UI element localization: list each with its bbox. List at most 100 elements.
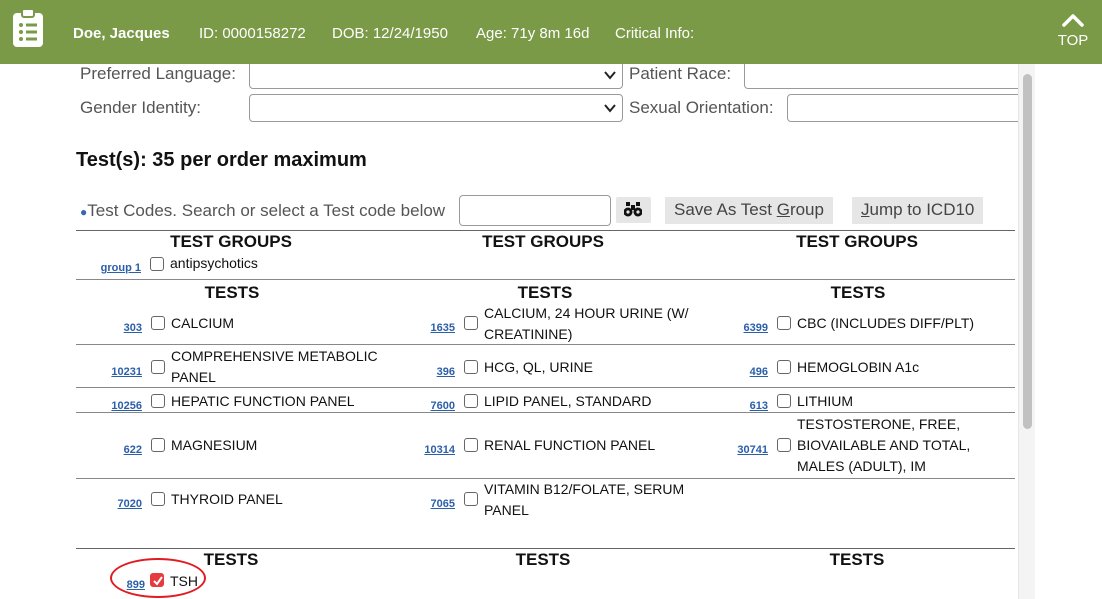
test-name: VITAMIN B12/FOLATE, SERUM (484, 481, 685, 497)
patient-id: ID: 0000158272 (199, 25, 306, 42)
save-group-text-b: roup (789, 200, 824, 219)
test-name: MAGNESIUM (171, 437, 258, 453)
save-as-test-group-button[interactable]: Save As Test Group (665, 197, 833, 224)
test-name-line2: PANEL (484, 502, 529, 518)
test-code-link[interactable]: 7600 (411, 400, 455, 412)
save-group-text-a: Save As Test (674, 200, 777, 219)
test-name: TESTOSTERONE, FREE, (797, 416, 961, 432)
jump-text: ump to ICD10 (869, 200, 975, 219)
top-label: TOP (1057, 32, 1089, 49)
test-name: HCG, QL, URINE (484, 359, 593, 375)
test-checkbox[interactable] (151, 438, 165, 452)
jump-to-icd10-button[interactable]: Jump to ICD10 (852, 197, 984, 224)
test-checkbox[interactable] (777, 316, 791, 330)
save-group-accesskey: G (776, 200, 790, 219)
patient-name: Doe, Jacques (73, 25, 170, 42)
table-top-border (76, 230, 1015, 231)
test-name: RENAL FUNCTION PANEL (484, 437, 656, 453)
preferred-language-select[interactable] (249, 64, 623, 89)
test-code-link[interactable]: 496 (724, 366, 768, 378)
test-checkbox[interactable] (151, 394, 165, 408)
col-head-selected-2: TESTS (515, 550, 571, 569)
scroll-top-button[interactable]: TOP (1044, 8, 1102, 60)
test-name-line2: CREATININE) (484, 326, 573, 342)
test-name: LIPID PANEL, STANDARD (484, 393, 652, 409)
test-code-link[interactable]: 7020 (98, 498, 142, 510)
test-checkbox[interactable] (464, 438, 478, 452)
patient-header: Doe, Jacques ID: 0000158272 DOB: 12/24/1… (0, 0, 1102, 64)
col-head-tests-2: TESTS (517, 283, 573, 302)
test-name: HEMOGLOBIN A1c (797, 359, 920, 375)
test-name: CBC (INCLUDES DIFF/PLT) (797, 315, 975, 331)
test-checkbox[interactable] (464, 316, 478, 330)
test-name: CALCIUM (171, 315, 235, 331)
patient-race-label: Patient Race: (629, 64, 732, 83)
scrollbar-thumb[interactable] (1023, 74, 1032, 429)
row-divider (76, 412, 1015, 413)
chevron-up-icon (1062, 14, 1084, 27)
sexual-orientation-label: Sexual Orientation: (629, 98, 774, 117)
sexual-orientation-field[interactable] (787, 94, 1018, 122)
test-code-link[interactable]: 1635 (411, 322, 455, 334)
col-head-selected-1: TESTS (203, 550, 259, 569)
col-head-tests-3: TESTS (830, 283, 886, 302)
test-checkbox[interactable] (151, 360, 165, 374)
preferred-language-label: Preferred Language: (80, 64, 236, 83)
test-codes-label-text: Test Codes. Search or select a Test code… (87, 201, 446, 220)
test-code-link[interactable]: 396 (411, 366, 455, 378)
gender-identity-label: Gender Identity: (80, 98, 201, 117)
scrollbar[interactable] (1018, 64, 1035, 599)
patient-race-field[interactable] (744, 64, 1018, 89)
chevron-down-icon (604, 104, 616, 113)
col-head-test-groups-3: TEST GROUPS (796, 232, 918, 251)
test-code-search-input[interactable] (459, 195, 611, 226)
test-code-link[interactable]: 622 (98, 444, 142, 456)
test-checkbox[interactable] (151, 492, 165, 506)
test-code-link[interactable]: 10256 (98, 400, 142, 412)
patient-age: Age: 71y 8m 16d (476, 25, 590, 42)
divider (76, 279, 1015, 280)
col-head-test-groups-2: TEST GROUPS (482, 232, 604, 251)
order-form: Preferred Language: Patient Race: Gender… (0, 64, 1018, 599)
group-checkbox[interactable] (150, 257, 164, 271)
col-head-selected-3: TESTS (829, 550, 885, 569)
group-code-link[interactable]: group 1 (97, 262, 141, 274)
tests-section-title: Test(s): 35 per order maximum (76, 149, 367, 171)
row-divider (76, 387, 1015, 388)
test-checkbox[interactable] (464, 360, 478, 374)
critical-info: Critical Info: (615, 25, 695, 42)
test-checkbox[interactable] (777, 394, 791, 408)
test-codes-label: ●Test Codes. Search or select a Test cod… (80, 201, 445, 221)
clipboard-icon (13, 8, 43, 47)
test-name: HEPATIC FUNCTION PANEL (171, 393, 355, 409)
test-code-link[interactable]: 303 (98, 322, 142, 334)
jump-accesskey: J (861, 200, 870, 219)
selected-tests-border (76, 548, 1015, 549)
test-checkbox[interactable] (151, 316, 165, 330)
test-code-link[interactable]: 613 (724, 400, 768, 412)
test-name: THYROID PANEL (171, 491, 283, 507)
test-name-line2: PANEL (171, 369, 216, 385)
binoculars-icon (624, 202, 642, 217)
test-checkbox[interactable] (464, 492, 478, 506)
col-head-tests-1: TESTS (204, 283, 260, 302)
test-name-line3: MALES (ADULT), IM (797, 458, 926, 474)
gender-identity-select[interactable] (249, 94, 623, 122)
row-divider (76, 344, 1015, 345)
test-checkbox[interactable] (777, 360, 791, 374)
col-head-test-groups-1: TEST GROUPS (170, 232, 292, 251)
group-name: antipsychotics (170, 255, 258, 271)
test-name: COMPREHENSIVE METABOLIC (171, 348, 378, 364)
test-code-link[interactable]: 10231 (98, 366, 142, 378)
test-code-link[interactable]: 10314 (411, 444, 455, 456)
test-code-link[interactable]: 7065 (411, 498, 455, 510)
test-code-link[interactable]: 6399 (724, 322, 768, 334)
highlight-annotation (110, 558, 206, 598)
test-code-link[interactable]: 30741 (724, 444, 768, 456)
test-name: LITHIUM (797, 393, 853, 409)
test-name-line2: BIOVAILABLE AND TOTAL, (797, 437, 971, 453)
test-checkbox[interactable] (464, 394, 478, 408)
search-button[interactable] (616, 197, 651, 223)
test-checkbox[interactable] (777, 438, 791, 452)
chevron-down-icon (604, 71, 616, 80)
